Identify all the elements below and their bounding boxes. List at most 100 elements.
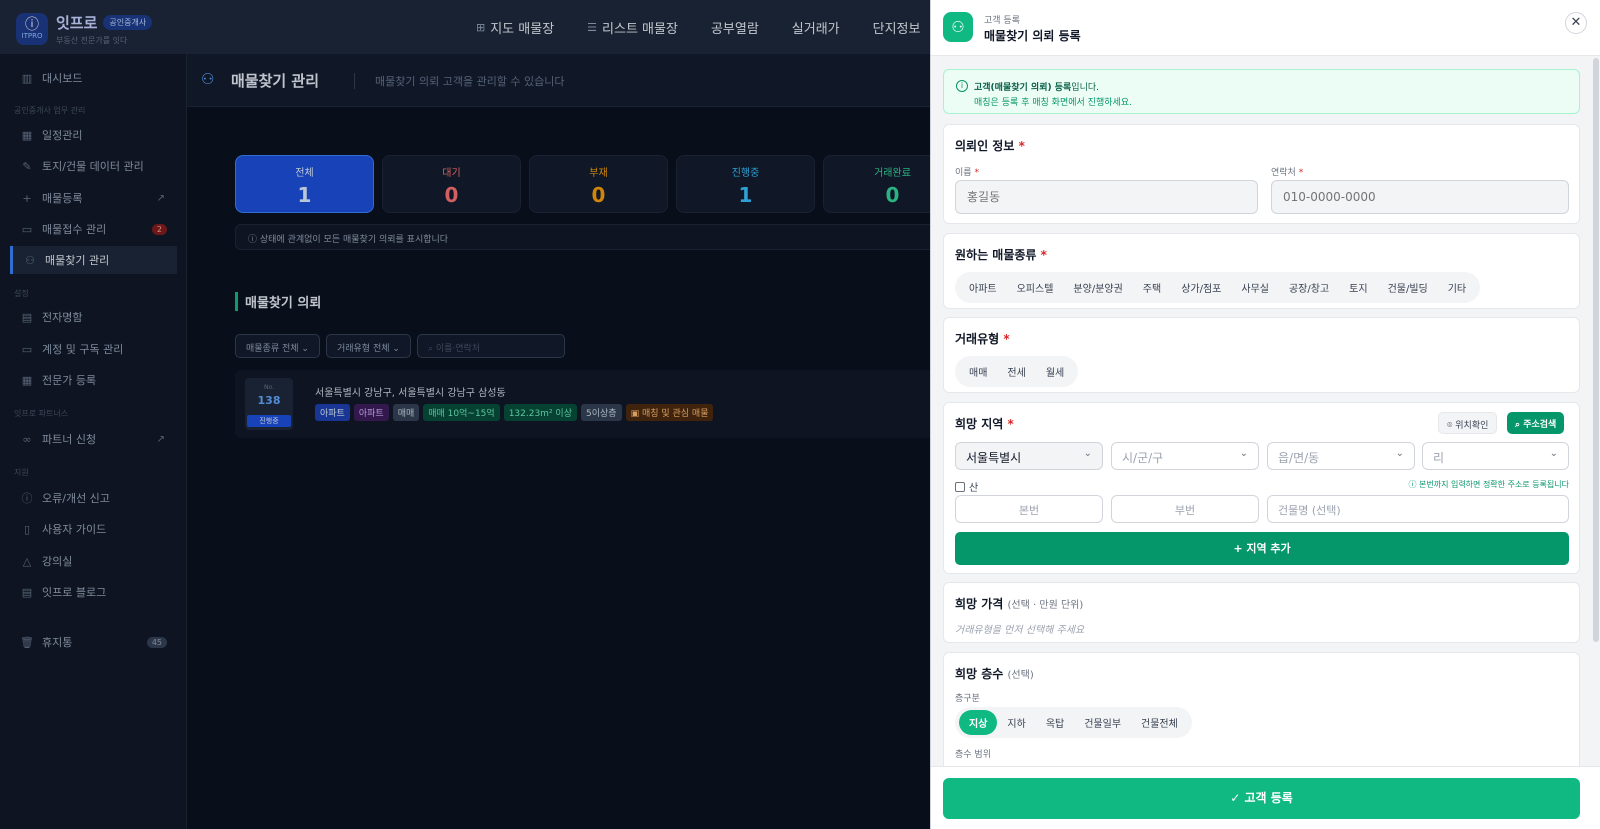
optional-note: (선택 · 만원 단위) <box>1007 600 1084 611</box>
building-name-input[interactable]: 건물명 (선택) <box>1267 495 1569 523</box>
chip-whole-building[interactable]: 건물전체 <box>1131 710 1188 735</box>
section-title: 의뢰인 정보 * <box>955 137 1025 154</box>
sigungu-value: 시/군/구 <box>1122 451 1164 465</box>
property-type-chips: 아파트 오피스텔 분양/분양권 주택 상가/점포 사무실 공장/창고 토지 건물… <box>955 272 1481 303</box>
ri-value: 리 <box>1433 451 1445 465</box>
chip-presale[interactable]: 분양/분양권 <box>1063 275 1132 300</box>
chip-sale[interactable]: 매매 <box>959 359 997 384</box>
name-label: 이름 * <box>955 165 979 178</box>
checkbox-box[interactable] <box>955 481 965 492</box>
chip-apartment[interactable]: 아파트 <box>959 275 1007 300</box>
close-button[interactable]: ✕ <box>1565 12 1587 34</box>
address-hint: ⓘ 본번까지 입력하면 정확한 주소로 등록됩니다 <box>1408 479 1569 490</box>
section-title-text: 희망 층수 <box>955 667 1004 681</box>
eupmyeondong-value: 읍/면/동 <box>1278 451 1320 465</box>
section-title: 원하는 매물종류 * <box>955 246 1047 263</box>
check-circle-icon: ✓ <box>1230 791 1245 805</box>
section-title-text: 거래유형 <box>955 332 1000 346</box>
chip-basement[interactable]: 지하 <box>997 710 1035 735</box>
section-region: 희망 지역 * ⌾ 위치확인 ⌕ 주소검색 서울특별시 ⌄ 시/군/구 ⌄ 읍/면/… <box>943 402 1580 574</box>
chevron-down-icon: ⌄ <box>1239 448 1248 459</box>
notice-bold: 고객(매물찾기 의뢰) 등록 <box>974 83 1072 93</box>
section-title: 거래유형 * <box>955 330 1010 347</box>
address-hint-text: 본번까지 입력하면 정확한 주소로 등록됩니다 <box>1418 480 1569 489</box>
notice-line-2: 매칭은 등록 후 매칭 화면에서 진행하세요. <box>974 98 1132 108</box>
section-title: 희망 가격 (선택 · 만원 단위) <box>955 595 1083 612</box>
chip-partial-building[interactable]: 건물일부 <box>1074 710 1131 735</box>
section-deal-types: 거래유형 * 매매 전세 월세 <box>943 317 1580 393</box>
drawer-header: ⚇ 고객 등록 매물찾기 의뢰 등록 ✕ <box>931 0 1600 56</box>
address-search-button[interactable]: ⌕ 주소검색 <box>1507 412 1565 434</box>
mountain-label: 산 <box>969 483 979 494</box>
section-property-types: 원하는 매물종류 * 아파트 오피스텔 분양/분양권 주택 상가/점포 사무실 … <box>943 233 1580 309</box>
section-title: 희망 지역 * <box>955 415 1014 432</box>
locate-button[interactable]: ⌾ 위치확인 <box>1438 412 1498 434</box>
optional-note: (선택) <box>1007 670 1034 681</box>
sido-select[interactable]: 서울특별시 ⌄ <box>955 442 1103 470</box>
register-customer-button[interactable]: ✓ 고객 등록 <box>943 778 1580 819</box>
required-mark: * <box>1007 417 1014 431</box>
required-mark: * <box>1298 168 1304 178</box>
phone-label: 연락처 * <box>1271 165 1303 178</box>
drawer-scrollbar[interactable] <box>1593 58 1599 642</box>
main-number-input[interactable]: 본번 <box>955 495 1103 523</box>
phone-input[interactable] <box>1271 180 1569 214</box>
address-search-label: 주소검색 <box>1523 420 1557 430</box>
deal-type-chips: 매매 전세 월세 <box>955 356 1079 387</box>
floor-type-label: 층구분 <box>955 694 980 704</box>
section-price: 희망 가격 (선택 · 만원 단위) 거래유형을 먼저 선택해 주세요 <box>943 582 1580 643</box>
notice-rest: 입니다. <box>1071 83 1099 93</box>
required-mark: * <box>1040 248 1047 262</box>
eupmyeondong-select[interactable]: 읍/면/동 ⌄ <box>1267 442 1415 470</box>
add-region-button[interactable]: + 지역 추가 <box>955 532 1569 565</box>
ri-select[interactable]: 리 ⌄ <box>1422 442 1569 470</box>
chip-rooftop[interactable]: 옥탑 <box>1036 710 1074 735</box>
add-region-label: 지역 추가 <box>1246 542 1291 555</box>
section-title-text: 희망 지역 <box>955 417 1004 431</box>
chevron-down-icon: ⌄ <box>1395 448 1404 459</box>
section-title-text: 희망 가격 <box>955 597 1004 611</box>
required-mark: * <box>1018 139 1025 153</box>
chip-building[interactable]: 건물/빌딩 <box>1378 275 1438 300</box>
sub-number-input[interactable]: 부번 <box>1111 495 1259 523</box>
drawer-breadcrumb: 고객 등록 <box>984 16 1020 26</box>
chip-office[interactable]: 사무실 <box>1231 275 1279 300</box>
chip-house[interactable]: 주택 <box>1133 275 1171 300</box>
chip-factory[interactable]: 공장/창고 <box>1279 275 1339 300</box>
floor-range-label: 층수 범위 <box>955 750 991 760</box>
plus-icon: + <box>1233 542 1247 555</box>
required-mark: * <box>1003 332 1010 346</box>
section-floor: 희망 층수 (선택) 층구분 지상 지하 옥탑 건물일부 건물전체 층수 범위 <box>943 652 1580 772</box>
price-hint: 거래유형을 먼저 선택해 주세요 <box>955 625 1085 636</box>
section-title-text: 원하는 매물종류 <box>955 248 1037 262</box>
chip-store[interactable]: 상가/점포 <box>1171 275 1231 300</box>
phone-label-text: 연락처 <box>1271 168 1296 178</box>
register-label: 고객 등록 <box>1244 791 1293 805</box>
chip-officetel[interactable]: 오피스텔 <box>1007 275 1064 300</box>
notice-line-1: 고객(매물찾기 의뢰) 등록입니다. <box>974 80 1099 93</box>
required-mark: * <box>974 168 979 178</box>
chip-land[interactable]: 토지 <box>1339 275 1377 300</box>
section-title-text: 의뢰인 정보 <box>955 139 1015 153</box>
chip-above-ground[interactable]: 지상 <box>959 710 998 735</box>
chip-jeonse[interactable]: 전세 <box>997 359 1035 384</box>
close-icon: ✕ <box>1570 15 1582 30</box>
section-requester: 의뢰인 정보 * 이름 * 연락처 * <box>943 124 1580 224</box>
chip-other[interactable]: 기타 <box>1438 275 1476 300</box>
name-label-text: 이름 <box>955 168 972 178</box>
chevron-down-icon: ⌄ <box>1083 448 1092 459</box>
locate-label: 위치확인 <box>1455 421 1489 431</box>
name-input[interactable] <box>955 180 1258 214</box>
info-icon: i <box>956 80 968 92</box>
info-notice: i 고객(매물찾기 의뢰) 등록입니다. 매칭은 등록 후 매칭 화면에서 진행… <box>943 69 1580 114</box>
chip-monthly[interactable]: 월세 <box>1036 359 1074 384</box>
user-plus-icon: ⚇ <box>943 12 973 42</box>
sigungu-select[interactable]: 시/군/구 ⌄ <box>1111 442 1259 470</box>
floor-type-chips: 지상 지하 옥탑 건물일부 건물전체 <box>955 707 1192 738</box>
mountain-checkbox[interactable]: 산 <box>955 479 978 494</box>
sido-value: 서울특별시 <box>966 451 1022 465</box>
info-icon: ⓘ <box>1408 480 1419 489</box>
section-title: 희망 층수 (선택) <box>955 665 1034 682</box>
search-icon: ⌕ <box>1515 420 1524 430</box>
drawer-footer: ✓ 고객 등록 <box>931 766 1600 829</box>
